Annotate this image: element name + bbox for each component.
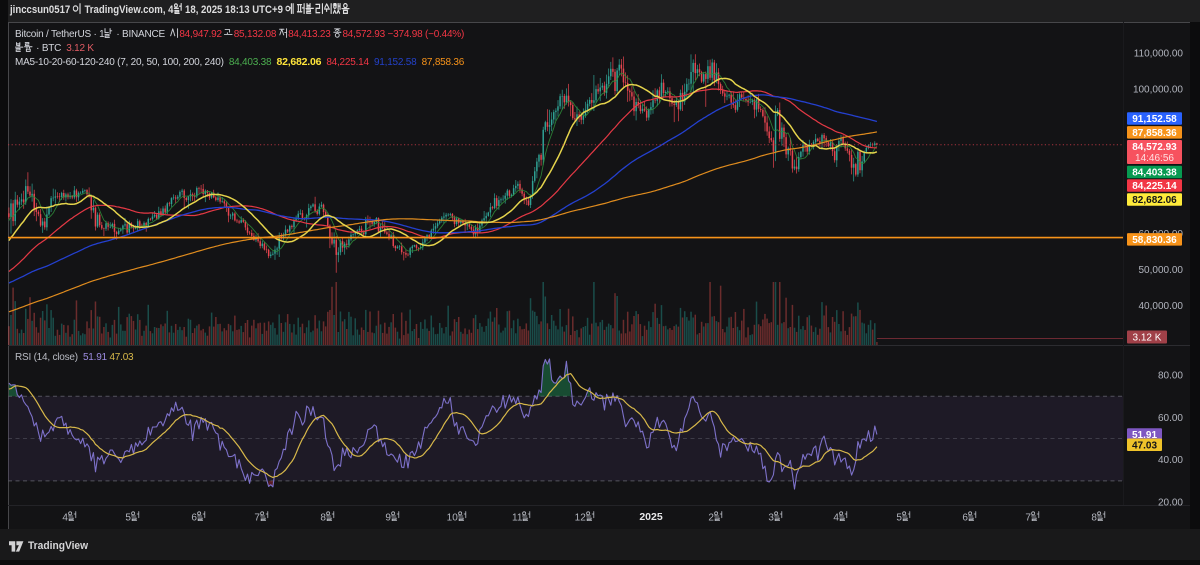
svg-text:91,152.58: 91,152.58 [1132,114,1177,125]
svg-text:40,000.00: 40,000.00 [1139,301,1184,312]
svg-text:84,403.38: 84,403.38 [1132,168,1177,179]
svg-text:50,000.00: 50,000.00 [1139,265,1184,276]
svg-text:80.00: 80.00 [1158,371,1183,382]
svg-text:100,000.00: 100,000.00 [1133,85,1183,96]
svg-text:110,000.00: 110,000.00 [1134,49,1184,60]
svg-text:20.00: 20.00 [1158,498,1183,509]
svg-text:82,682.06: 82,682.06 [1132,195,1177,206]
svg-text:84,572.93: 84,572.93 [1132,142,1177,153]
svg-text:3.12 K: 3.12 K [1133,333,1162,344]
svg-text:84,225.14: 84,225.14 [1132,181,1177,192]
svg-text:14:46:56: 14:46:56 [1135,153,1174,164]
svg-text:87,858.36: 87,858.36 [1132,128,1177,139]
svg-text:40.00: 40.00 [1158,455,1183,466]
svg-text:47.03: 47.03 [1132,440,1157,451]
svg-text:60.00: 60.00 [1158,413,1183,424]
svg-text:58,830.36: 58,830.36 [1132,235,1177,246]
